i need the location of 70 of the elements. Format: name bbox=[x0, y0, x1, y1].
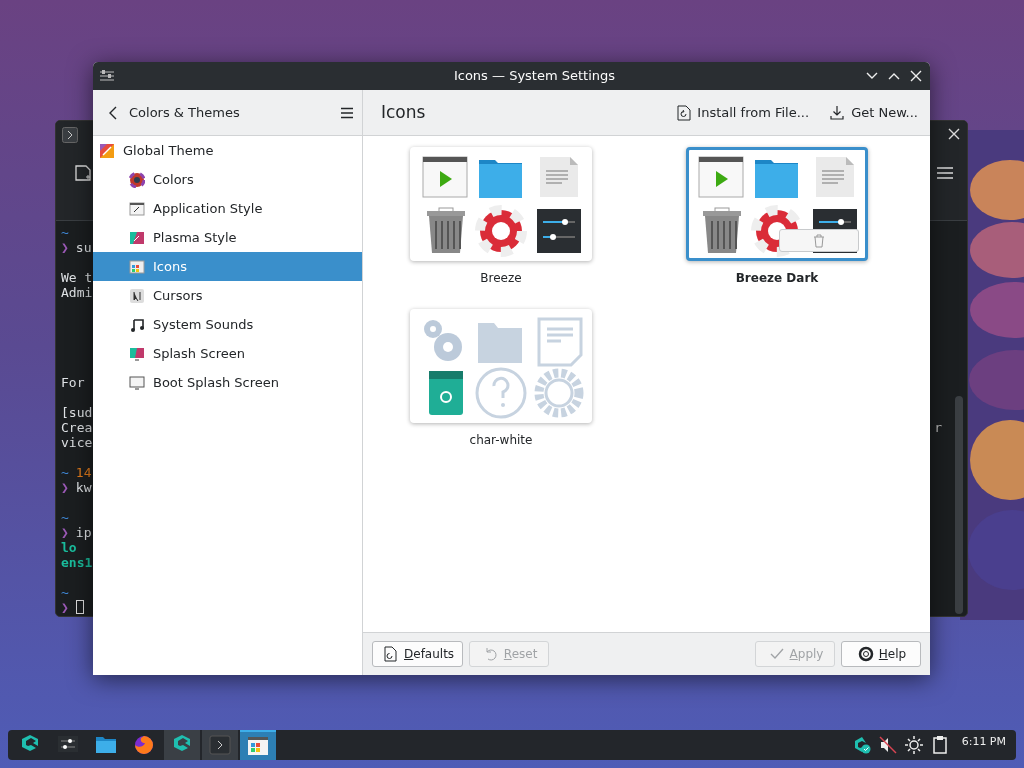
terminal-text: Admi bbox=[61, 285, 93, 300]
monitor-icon bbox=[129, 345, 145, 362]
path-text: ~ bbox=[61, 465, 69, 480]
terminal-icon bbox=[62, 127, 78, 143]
music-note-icon bbox=[129, 316, 145, 333]
terminal-text: su bbox=[75, 240, 92, 255]
globe-icon[interactable] bbox=[132, 733, 156, 757]
scrollbar[interactable] bbox=[955, 396, 963, 614]
terminal-text: For bbox=[61, 375, 85, 390]
theme-name: Breeze Dark bbox=[735, 270, 819, 287]
sidebar-item[interactable]: Application Style bbox=[93, 194, 362, 223]
color-wheel-icon bbox=[129, 171, 145, 188]
sidebar-item[interactable]: Colors bbox=[93, 165, 362, 194]
install-button[interactable]: Install from File... bbox=[675, 100, 812, 125]
terminal-text: ens1 bbox=[61, 555, 93, 570]
document-icon bbox=[383, 646, 399, 662]
terminal-icon bbox=[208, 733, 232, 757]
terminal-text: We t bbox=[61, 270, 93, 285]
prompt-symbol: ❯ bbox=[61, 525, 69, 540]
window-title: Icons — System Settings bbox=[452, 67, 617, 86]
new-tab-icon[interactable] bbox=[74, 164, 92, 182]
terminal-text: lo bbox=[61, 540, 77, 555]
clock[interactable]: 6:11 PM bbox=[955, 736, 1012, 747]
download-button[interactable]: Get New... bbox=[827, 100, 920, 125]
brightness-icon[interactable] bbox=[903, 735, 924, 755]
terminal-text: Crea bbox=[61, 420, 93, 435]
terminal-text: kw bbox=[75, 480, 92, 495]
brush-icon bbox=[129, 229, 145, 246]
sidebar-item[interactable]: Icons bbox=[93, 252, 362, 281]
icons-icon bbox=[129, 258, 145, 275]
theme-name: char-white bbox=[469, 432, 533, 449]
help-button[interactable]: Help bbox=[841, 641, 921, 667]
document-icon bbox=[677, 104, 692, 121]
task-button[interactable] bbox=[164, 730, 200, 760]
theme-name: Breeze bbox=[480, 270, 522, 287]
close-icon[interactable] bbox=[947, 127, 961, 141]
terminal-text: r bbox=[934, 420, 942, 435]
sidebar-item[interactable]: Global Theme bbox=[93, 136, 362, 165]
lifebuoy-icon bbox=[857, 646, 874, 662]
back-button[interactable]: Colors & Themes bbox=[105, 100, 242, 125]
monitor-icon bbox=[129, 374, 145, 391]
window-brush-icon bbox=[129, 200, 145, 217]
defaults-button[interactable]: Defaults bbox=[372, 641, 464, 667]
prompt-symbol: ❯ bbox=[61, 240, 69, 255]
download-icon bbox=[829, 104, 846, 121]
path-text: ~ bbox=[61, 585, 69, 600]
page-title: Icons bbox=[381, 100, 426, 124]
sidebar-item[interactable]: Cursors bbox=[93, 281, 362, 310]
prompt-symbol: ❯ bbox=[61, 600, 69, 615]
palette-icon bbox=[99, 142, 115, 159]
settings-icon bbox=[99, 69, 115, 83]
sidebar-item[interactable]: Boot Splash Screen bbox=[93, 368, 362, 397]
prompt-symbol: ❯ bbox=[61, 480, 69, 495]
sidebar-item[interactable]: System Sounds bbox=[93, 310, 362, 339]
trash-icon bbox=[813, 233, 825, 248]
path-text: ~ bbox=[61, 510, 69, 525]
sidebar-item[interactable]: Splash Screen bbox=[93, 339, 362, 368]
path-text: ~ bbox=[61, 225, 69, 240]
sidebar-item[interactable]: Plasma Style bbox=[93, 223, 362, 252]
terminal-text: [sud bbox=[61, 405, 93, 420]
terminal-text: vice bbox=[61, 435, 93, 450]
back-icon bbox=[107, 104, 119, 121]
icons-icon bbox=[246, 734, 270, 758]
number-text: 14 bbox=[75, 465, 92, 480]
task-button[interactable] bbox=[240, 730, 276, 760]
muted-speaker-icon[interactable] bbox=[877, 735, 898, 755]
cursor-icon bbox=[129, 287, 145, 304]
terminal-text: ip bbox=[75, 525, 92, 540]
menu-icon[interactable] bbox=[340, 106, 354, 119]
close-icon[interactable] bbox=[908, 68, 924, 84]
